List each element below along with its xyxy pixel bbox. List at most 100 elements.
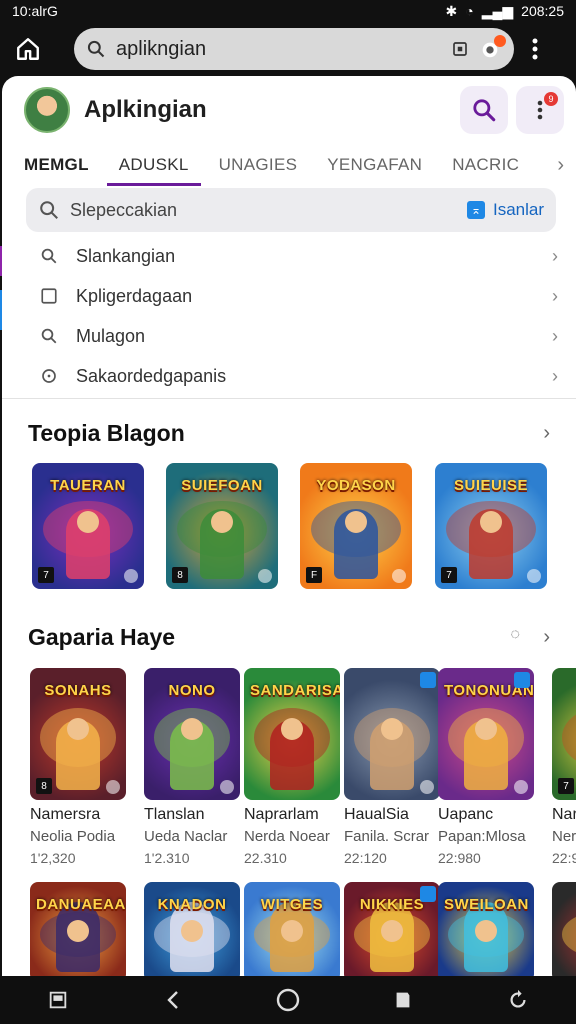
game-card[interactable] xyxy=(344,668,440,800)
game-card[interactable]: SUIEUISE 7 xyxy=(435,463,547,589)
suggestion-label: Sakaordedgapanis xyxy=(76,365,227,386)
chevron-right-icon: › xyxy=(552,325,558,346)
card-tag-icon xyxy=(420,886,436,902)
tabs-icon xyxy=(453,42,467,56)
chevron-right-icon[interactable]: › xyxy=(543,626,550,649)
card-art-head xyxy=(345,510,367,533)
search-icon xyxy=(87,40,105,58)
game-card[interactable]: TONONUAN xyxy=(438,668,534,800)
search-icon xyxy=(38,327,60,345)
extension-badge xyxy=(494,35,506,47)
game-subtitle: Fanila. Scrar xyxy=(344,828,430,845)
card-art-head xyxy=(211,510,233,533)
url-field[interactable]: aplikngian xyxy=(74,28,514,70)
search-action-button[interactable]: ⌅ Isanlar xyxy=(466,200,544,220)
search-input[interactable]: Slepeccakian ⌅ Isanlar xyxy=(26,188,556,232)
back-icon xyxy=(167,991,178,1009)
tab-4[interactable]: NACRIC xyxy=(452,144,519,186)
game-card[interactable]: YODASON F xyxy=(300,463,412,589)
game-subtitle: Neolia Podia xyxy=(30,828,116,845)
list-item[interactable]: Mulagon › xyxy=(38,316,558,356)
clock-icon xyxy=(38,367,60,385)
chevron-right-icon: › xyxy=(552,365,558,386)
game-card[interactable]: TAUERAN 7 xyxy=(32,463,144,589)
tabs-button[interactable] xyxy=(448,37,472,61)
card-art-head xyxy=(67,718,89,741)
refresh-button[interactable] xyxy=(503,985,533,1015)
game-title: Naprarlam xyxy=(244,806,319,823)
tab-2[interactable]: UNAGIES xyxy=(219,144,298,186)
home-icon xyxy=(17,38,39,60)
tab-3[interactable]: YENGAFAN xyxy=(327,144,422,186)
game-card[interactable] xyxy=(552,882,576,976)
chevron-right-icon[interactable]: › xyxy=(543,422,550,445)
game-card[interactable]: DANUAEAA xyxy=(30,882,126,976)
recents-icon xyxy=(49,991,66,1009)
game-card[interactable]: 7 xyxy=(552,668,576,800)
recents-button[interactable] xyxy=(43,985,73,1015)
card-corner-icon xyxy=(220,780,234,794)
card-art-head xyxy=(381,718,403,741)
game-card[interactable]: WITGES xyxy=(244,882,340,976)
suggestion-list: Slankangian › Kpligerdagaan › Mulagon › … xyxy=(38,236,558,396)
bookmark-button[interactable] xyxy=(388,985,418,1015)
status-bar: 10:alrG ✱ ◔ ▂▄▆ 208:25 xyxy=(0,0,576,22)
game-card[interactable]: NIKKIES xyxy=(344,882,440,976)
card-art-head xyxy=(480,510,502,533)
age-rating-badge: 8 xyxy=(172,567,188,583)
avatar[interactable] xyxy=(24,87,70,133)
search-icon xyxy=(473,99,496,122)
card-art-head xyxy=(475,718,497,741)
card-art-glow xyxy=(561,912,576,957)
home-nav-button[interactable] xyxy=(273,985,303,1015)
game-card[interactable]: SWEILOAN xyxy=(438,882,534,976)
home-button[interactable] xyxy=(8,29,48,69)
list-item[interactable]: Sakaordedgapanis › xyxy=(38,356,558,396)
card-logo-text: WITGES xyxy=(260,896,324,913)
game-card[interactable]: NONO xyxy=(144,668,240,800)
card-logo-text: NONO xyxy=(168,682,216,699)
game-title: Nar xyxy=(552,806,576,823)
game-card[interactable]: SANDARISAN xyxy=(244,668,340,800)
suggestion-label: Slankangian xyxy=(76,245,176,266)
game-count: 1'2.310 xyxy=(144,850,190,866)
browser-bar: aplikngian xyxy=(0,22,576,76)
card-logo-text: SONAHS xyxy=(44,682,112,699)
list-item[interactable]: Kpligerdagaan › xyxy=(38,276,558,316)
wifi-icon: ◔ xyxy=(465,3,474,19)
extension-button[interactable] xyxy=(478,35,506,61)
notification-badge: 9 xyxy=(544,92,558,106)
chevron-right-icon[interactable]: › xyxy=(557,154,564,177)
card-corner-icon xyxy=(124,569,138,583)
refresh-icon[interactable]: ◌ xyxy=(510,626,520,644)
status-time: 208:25 xyxy=(521,3,564,19)
search-button[interactable] xyxy=(460,86,508,134)
url-text: aplikngian xyxy=(116,37,207,60)
search-icon xyxy=(38,247,60,265)
tab-1[interactable]: ADUSKL xyxy=(106,144,201,186)
card-corner-icon xyxy=(527,569,541,583)
age-rating-badge: 8 xyxy=(36,778,52,794)
search-icon xyxy=(40,201,58,219)
tab-0[interactable]: MEMGL xyxy=(24,144,89,186)
card-corner-icon xyxy=(258,569,272,583)
system-nav-bar xyxy=(0,976,576,1024)
bookmark-icon xyxy=(396,992,410,1008)
card-art-head xyxy=(181,920,203,942)
browser-menu-button[interactable] xyxy=(520,29,550,69)
list-item[interactable]: Slankangian › xyxy=(38,236,558,276)
back-button[interactable] xyxy=(158,985,188,1015)
search-placeholder: Slepeccakian xyxy=(70,199,178,220)
game-title: HaualSia xyxy=(344,806,409,823)
game-title: Uapanc xyxy=(438,806,494,823)
game-card[interactable]: SUIEFOAN 8 xyxy=(166,463,278,589)
more-button[interactable]: 9 xyxy=(516,86,564,134)
section-title: Teopia Blagon xyxy=(28,420,185,446)
card-corner-icon xyxy=(106,780,120,794)
category-tabs: MEMGL ADUSKL UNAGIES YENGAFAN NACRIC › xyxy=(24,144,564,186)
card-art-head xyxy=(67,920,89,942)
game-card[interactable]: KNADON xyxy=(144,882,240,976)
suggestion-label: Mulagon xyxy=(76,325,146,346)
card-tag-icon xyxy=(420,672,436,688)
game-card[interactable]: SONAHS 8 xyxy=(30,668,126,800)
